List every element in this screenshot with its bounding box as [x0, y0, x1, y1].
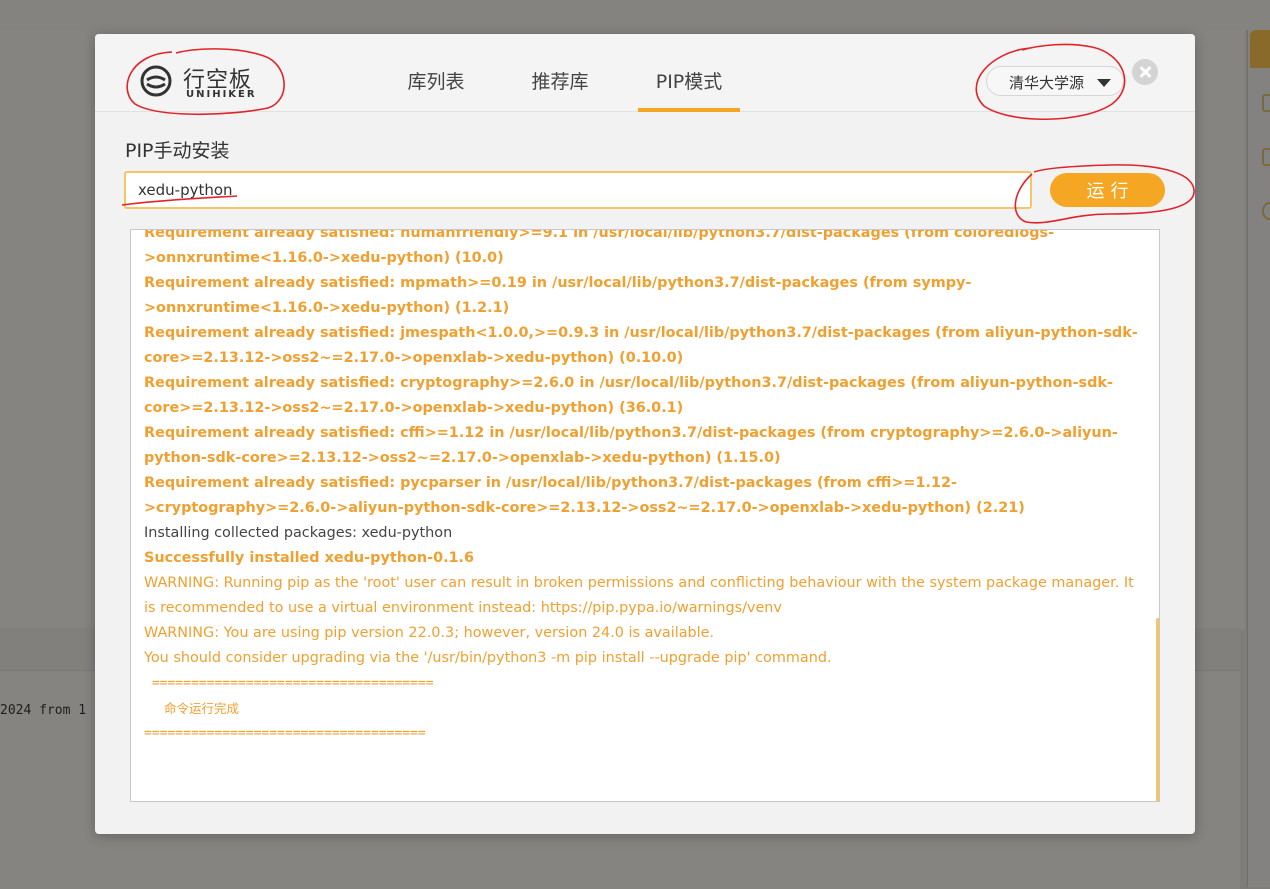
- mirror-source-value: 清华大学源: [1009, 74, 1085, 92]
- mirror-source-select[interactable]: 清华大学源: [986, 66, 1124, 96]
- close-icon[interactable]: [1132, 59, 1158, 85]
- caret-down-icon: [1097, 79, 1111, 87]
- output-line: WARNING: You are using pip version 22.0.…: [144, 625, 715, 641]
- tab-pip-mode[interactable]: PIP模式: [638, 67, 740, 112]
- dialog-header: 行空板 UNIHIKER 库列表 推荐库 PIP模式 清华大学源: [95, 34, 1195, 112]
- output-line: Requirement already satisfied: humanfrie…: [144, 229, 1055, 266]
- panel-icon: [1262, 202, 1270, 220]
- tab-recommended[interactable]: 推荐库: [529, 67, 591, 111]
- unihiker-logo: 行空板 UNIHIKER: [140, 61, 260, 103]
- output-line: You should consider upgrading via the '/…: [144, 650, 832, 666]
- output-line: 命令运行完成: [164, 701, 240, 716]
- output-line: Requirement already satisfied: cryptogra…: [144, 375, 1113, 416]
- output-line: Requirement already satisfied: pycparser…: [144, 475, 1025, 516]
- package-name-input[interactable]: [124, 171, 1032, 209]
- pip-output-console[interactable]: Requirement already satisfied: humanfrie…: [130, 229, 1160, 802]
- output-line: Successfully installed xedu-python-0.1.6: [144, 550, 475, 566]
- library-manager-dialog: 行空板 UNIHIKER 库列表 推荐库 PIP模式 清华大学源 PIP手动安装…: [95, 34, 1195, 834]
- output-line: Requirement already satisfied: cffi>=1.1…: [144, 425, 1118, 466]
- panel-icon: [1262, 148, 1270, 166]
- unihiker-logo-icon: [140, 65, 172, 97]
- output-line: Requirement already satisfied: jmespath<…: [144, 325, 1138, 366]
- panel-icon: [1262, 94, 1270, 112]
- output-line: ====================================: [144, 726, 426, 741]
- output-lines: Requirement already satisfied: humanfrie…: [144, 229, 1144, 746]
- pip-install-title: PIP手动安装: [125, 140, 230, 162]
- background-console-text: 2024 from 1: [0, 703, 87, 718]
- background-right-tab: [1250, 30, 1270, 68]
- run-button[interactable]: 运行: [1050, 173, 1165, 207]
- output-line: Installing collected packages: xedu-pyth…: [144, 525, 453, 541]
- logo-english-text: UNIHIKER: [186, 89, 257, 100]
- background-topbar: [0, 0, 1270, 30]
- output-line: ====================================: [144, 676, 434, 691]
- output-scrollbar[interactable]: [1156, 618, 1159, 801]
- output-line: WARNING: Running pip as the 'root' user …: [144, 575, 1139, 616]
- tab-library-list[interactable]: 库列表: [405, 67, 467, 111]
- output-line: Requirement already satisfied: mpmath>=0…: [144, 275, 972, 316]
